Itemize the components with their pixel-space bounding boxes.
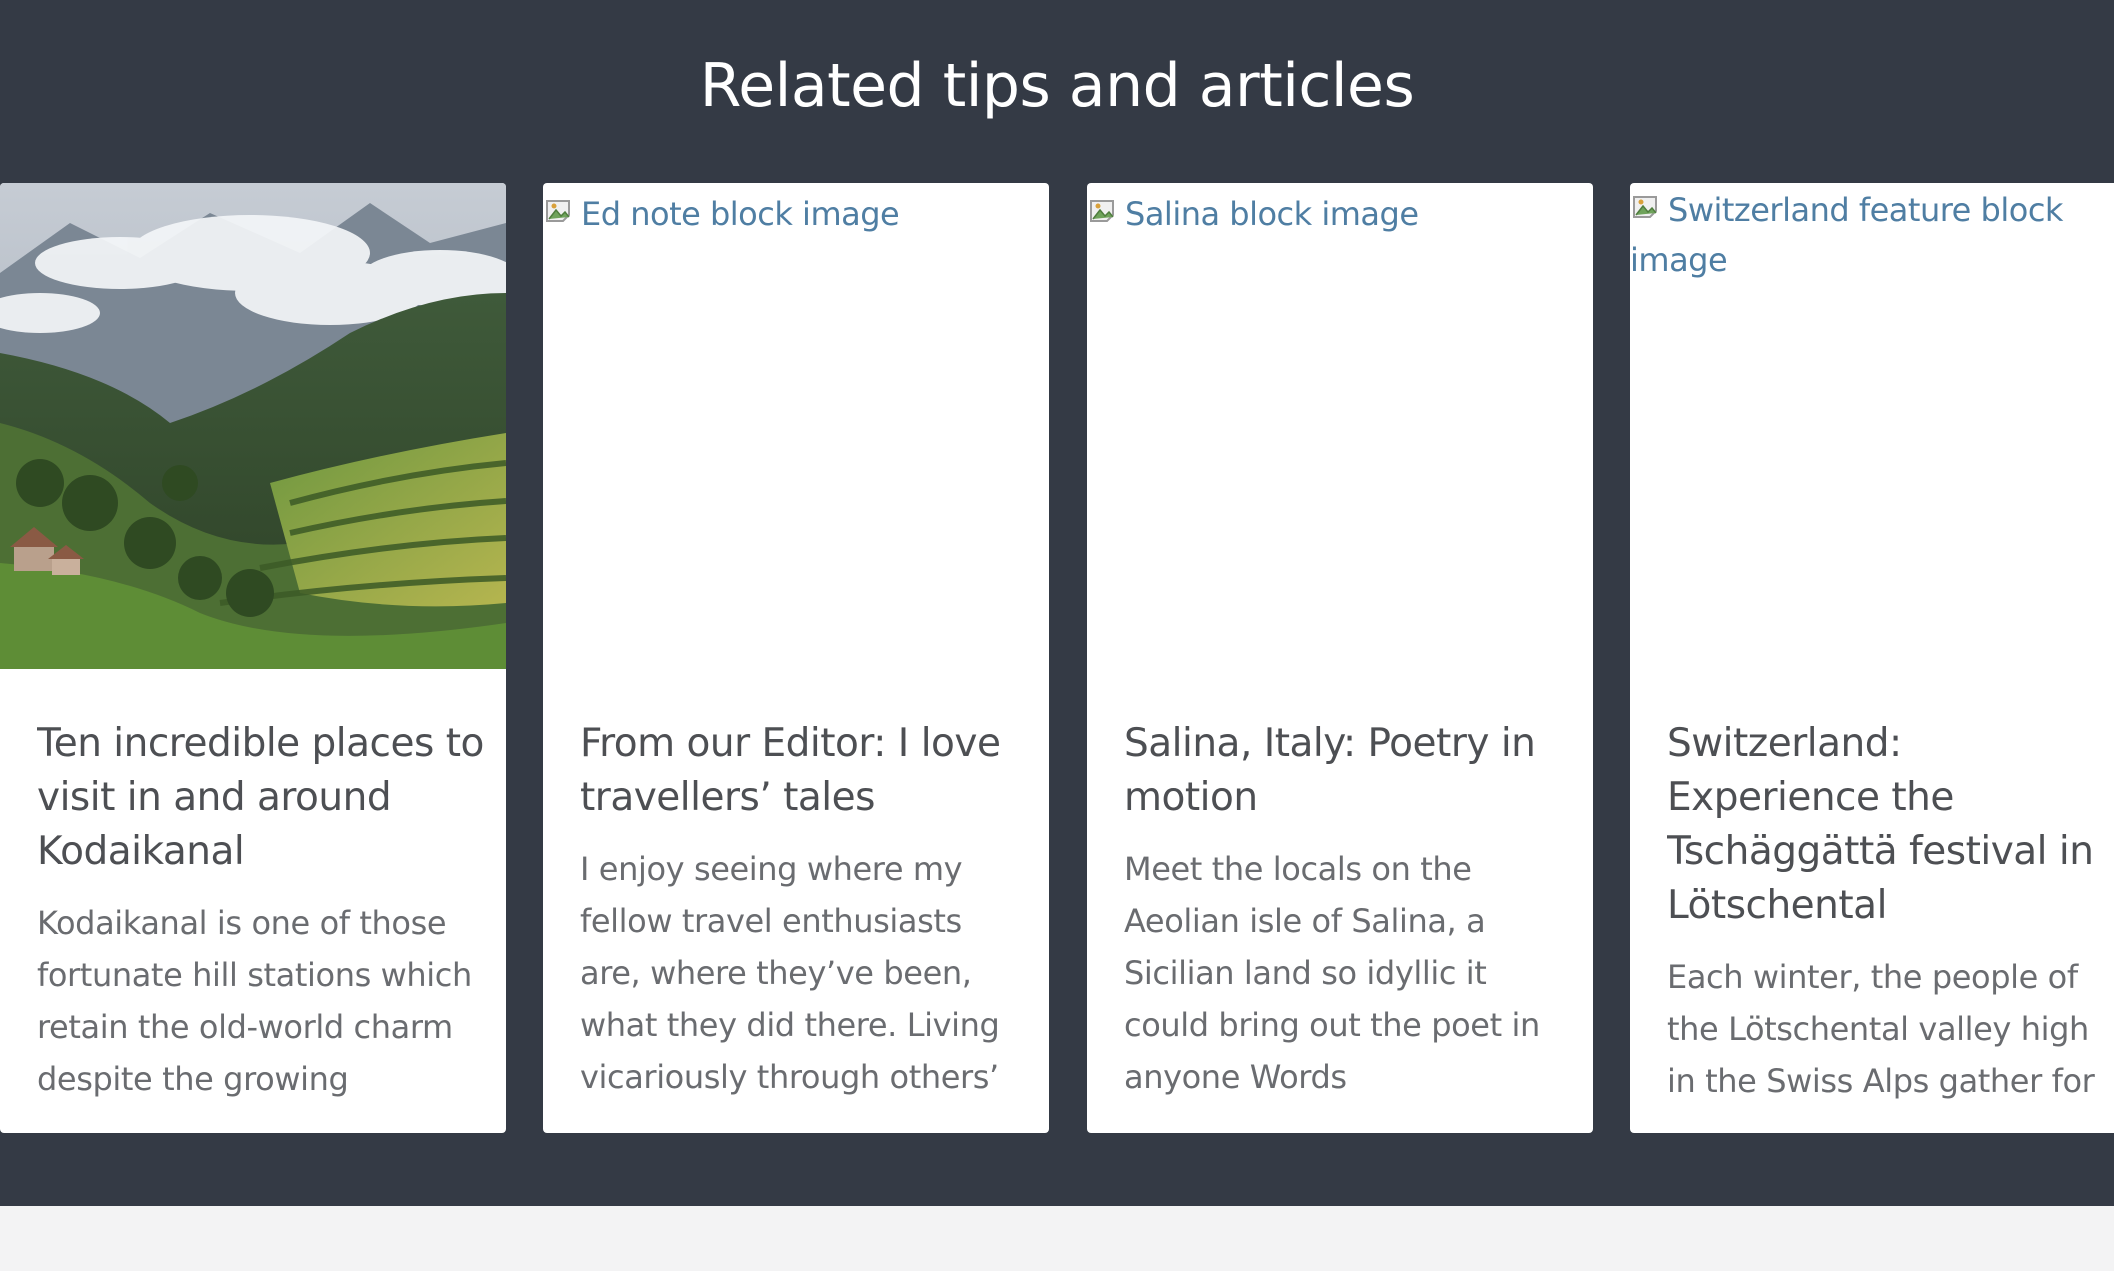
article-image-salina[interactable]: Salina block image xyxy=(1087,183,1593,669)
broken-image-placeholder: Salina block image xyxy=(1087,189,1567,239)
broken-image-icon xyxy=(1630,191,1666,227)
article-card-body: Ten incredible places to visit in and ar… xyxy=(37,717,485,1109)
article-image-switzerland[interactable]: Switzerland feature block image xyxy=(1630,183,2114,669)
article-title[interactable]: From our Editor: I love travellers’ tale… xyxy=(580,717,1028,825)
article-title[interactable]: Switzerland: Experience the Tschäggättä … xyxy=(1667,717,2114,933)
article-summary: Kodaikanal is one of those fortunate hil… xyxy=(37,904,472,1098)
broken-image-alt-text: Ed note block image xyxy=(581,195,900,233)
broken-image-alt-text: Salina block image xyxy=(1125,195,1419,233)
article-card-body: Salina, Italy: Poetry in motion Meet the… xyxy=(1124,717,1572,1109)
broken-image-icon xyxy=(1087,195,1123,231)
article-image-editor[interactable]: Ed note block image xyxy=(543,183,1049,669)
article-title[interactable]: Salina, Italy: Poetry in motion xyxy=(1124,717,1572,825)
article-card-body: Switzerland: Experience the Tschäggättä … xyxy=(1667,717,2114,1109)
article-card-switzerland[interactable]: Switzerland feature block image Switzerl… xyxy=(1630,183,2114,1133)
section-title: Related tips and articles xyxy=(699,51,1415,121)
article-title[interactable]: Ten incredible places to visit in and ar… xyxy=(37,717,485,879)
article-card-editor[interactable]: Ed note block image From our Editor: I l… xyxy=(543,183,1049,1133)
article-summary: Each winter, the people of the Lötschent… xyxy=(1667,958,2095,1100)
article-image-kodaikanal[interactable] xyxy=(0,183,506,669)
article-card-kodaikanal[interactable]: Ten incredible places to visit in and ar… xyxy=(0,183,506,1133)
broken-image-alt-text: Switzerland feature block image xyxy=(1630,191,2063,279)
article-summary: Meet the locals on the Aeolian isle of S… xyxy=(1124,850,1540,1096)
broken-image-placeholder: Ed note block image xyxy=(543,189,1023,239)
broken-image-icon xyxy=(543,195,579,231)
article-summary: I enjoy seeing where my fellow travel en… xyxy=(580,850,1000,1096)
article-card-salina[interactable]: Salina block image Salina, Italy: Poetry… xyxy=(1087,183,1593,1133)
related-articles-section: Related tips and articles Ten incredible… xyxy=(0,0,2114,1206)
article-card-body: From our Editor: I love travellers’ tale… xyxy=(580,717,1028,1109)
broken-image-placeholder: Switzerland feature block image xyxy=(1630,185,2114,285)
